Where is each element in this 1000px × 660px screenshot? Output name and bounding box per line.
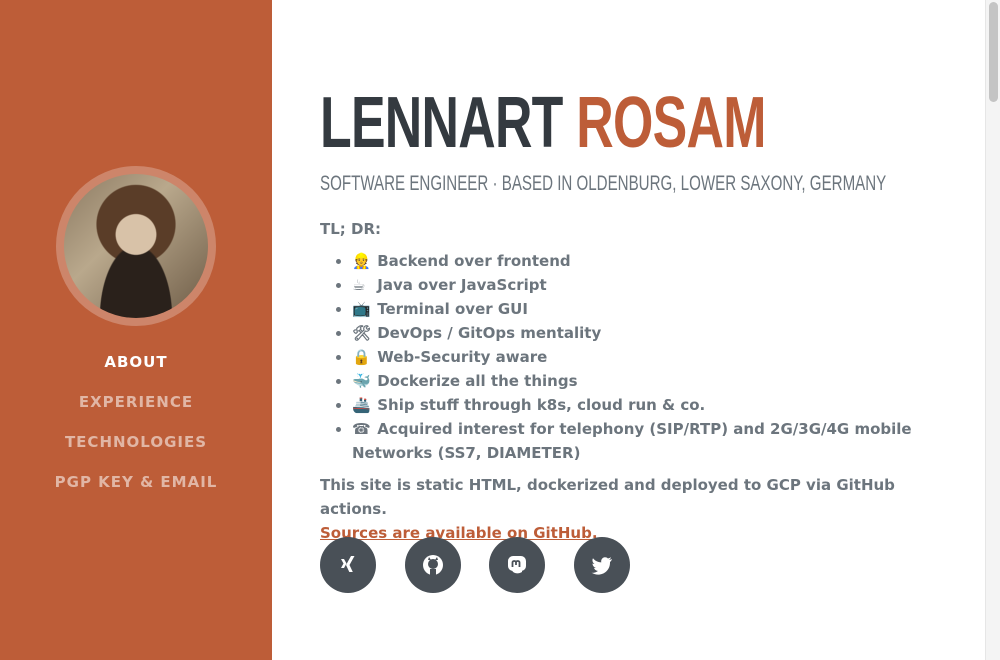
scrollbar-thumb[interactable]	[989, 2, 998, 102]
page-title: LENNART ROSAM	[320, 78, 766, 168]
sources-link[interactable]: Sources are available on GitHub.	[320, 524, 598, 542]
about-section: TL; DR: 👷 Backend over frontend ☕ Java o…	[320, 217, 940, 545]
tldr-list: 👷 Backend over frontend ☕ Java over Java…	[320, 249, 940, 465]
television-icon: 📺	[352, 300, 371, 318]
list-item: 🐳 Dockerize all the things	[352, 369, 940, 393]
list-item: ☕ Java over JavaScript	[352, 273, 940, 297]
nav-item-experience[interactable]: EXPERIENCE	[0, 392, 272, 432]
twitter-icon	[591, 557, 612, 575]
nav-item-technologies[interactable]: TECHNOLOGIES	[0, 432, 272, 472]
list-item-text: Acquired interest for telephony (SIP/RTP…	[352, 420, 912, 462]
whale-icon: 🐳	[352, 372, 371, 390]
list-item-text: Web-Security aware	[377, 348, 548, 366]
list-item: 📺 Terminal over GUI	[352, 297, 940, 321]
static-site-note: This site is static HTML, dockerized and…	[320, 476, 895, 518]
list-item-text: DevOps / GitOps mentality	[377, 324, 602, 342]
tldr-label: TL; DR:	[320, 220, 382, 238]
nav-item-about[interactable]: ABOUT	[0, 352, 272, 392]
tools-icon: 🛠	[352, 324, 372, 342]
list-item: 👷 Backend over frontend	[352, 249, 940, 273]
mastodon-icon	[508, 556, 526, 574]
coffee-icon: ☕	[352, 276, 366, 294]
last-name: ROSAM	[576, 83, 766, 163]
list-item-text: Java over JavaScript	[377, 276, 547, 294]
xing-button[interactable]	[320, 537, 376, 593]
github-button[interactable]	[405, 537, 461, 593]
telephone-icon: ☎	[352, 420, 371, 438]
list-item: 🚢 Ship stuff through k8s, cloud run & co…	[352, 393, 940, 417]
sidebar-nav: ABOUT EXPERIENCE TECHNOLOGIES PGP KEY & …	[0, 352, 272, 512]
list-item-text: Dockerize all the things	[377, 372, 578, 390]
profile-avatar	[64, 174, 208, 318]
sidebar: ABOUT EXPERIENCE TECHNOLOGIES PGP KEY & …	[0, 0, 272, 660]
list-item-text: Backend over frontend	[377, 252, 571, 270]
list-item: 🔒 Web-Security aware	[352, 345, 940, 369]
subheading: SOFTWARE ENGINEER · BASED IN OLDENBURG, …	[320, 172, 887, 195]
scrollbar[interactable]	[985, 0, 1000, 660]
list-item-text: Ship stuff through k8s, cloud run & co.	[377, 396, 706, 414]
ship-icon: 🚢	[352, 396, 371, 414]
mastodon-button[interactable]	[489, 537, 545, 593]
list-item: 🛠 DevOps / GitOps mentality	[352, 321, 940, 345]
lock-icon: 🔒	[352, 348, 371, 366]
first-name: LENNART	[320, 83, 563, 163]
list-item: ☎ Acquired interest for telephony (SIP/R…	[352, 417, 940, 465]
xing-icon	[341, 556, 355, 572]
twitter-button[interactable]	[574, 537, 630, 593]
list-item-text: Terminal over GUI	[377, 300, 528, 318]
profile-avatar-ring	[56, 166, 216, 326]
github-icon	[423, 555, 443, 575]
worker-icon: 👷	[352, 252, 371, 270]
nav-item-pgp-key-email[interactable]: PGP KEY & EMAIL	[0, 472, 272, 512]
